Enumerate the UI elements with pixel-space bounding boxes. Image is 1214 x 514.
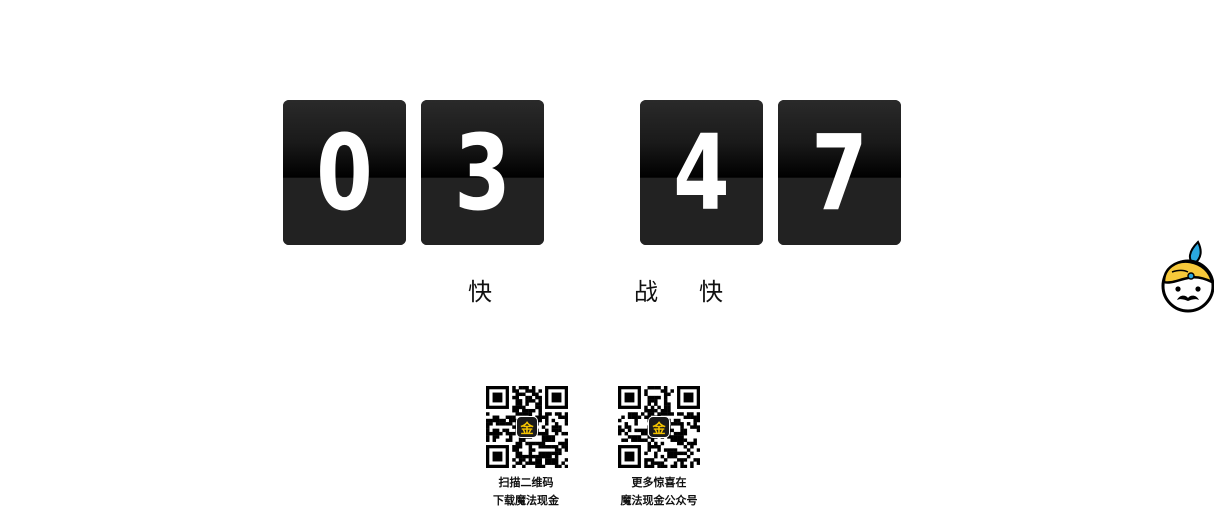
countdown-digit-hours-tens: 0	[283, 100, 406, 245]
qr-caption-line2: 魔法现金公众号	[620, 494, 698, 507]
qr-code-download: 金	[486, 386, 568, 468]
qr-caption-download: 扫描二维码 下载魔法现金	[461, 474, 591, 510]
countdown-digit-minutes-ones: 7	[778, 100, 901, 245]
digit-text: 0	[316, 111, 373, 234]
digit-text: 4	[673, 111, 730, 234]
countdown-digit-hours-ones: 3	[421, 100, 544, 245]
digit-text: 3	[454, 111, 511, 234]
label-left: 快	[468, 278, 492, 306]
mascot-icon[interactable]	[1158, 240, 1214, 316]
qr-code-official-account: 金	[618, 386, 700, 468]
label-right-second: 快	[699, 278, 723, 306]
qr-caption-line1: 扫描二维码	[498, 476, 554, 489]
qr-logo-icon: 金	[648, 416, 670, 438]
qr-caption-official-account: 更多惊喜在 魔法现金公众号	[594, 474, 724, 510]
countdown-digit-minutes-tens: 4	[640, 100, 763, 245]
label-right-first: 战	[634, 278, 658, 306]
qr-logo-icon: 金	[516, 416, 538, 438]
qr-caption-line1: 更多惊喜在	[631, 476, 687, 489]
digit-text: 7	[811, 111, 868, 234]
qr-caption-line2: 下载魔法现金	[493, 494, 559, 507]
